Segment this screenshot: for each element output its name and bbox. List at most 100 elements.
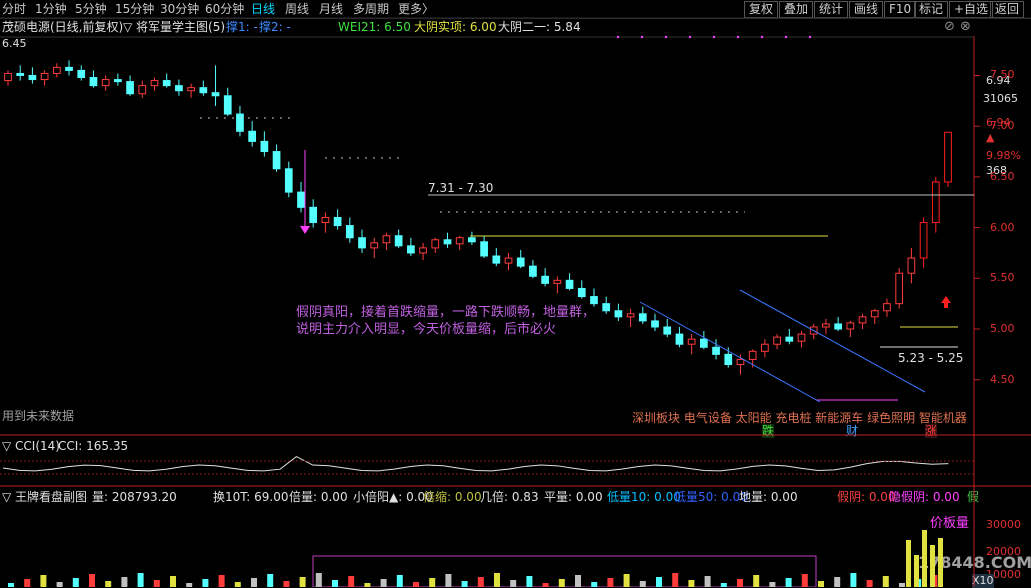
volume-bar (429, 578, 436, 587)
volume-bar (769, 582, 776, 587)
candle-body (358, 237, 366, 249)
volume-bar (866, 580, 873, 587)
candle-body (638, 313, 647, 322)
candle-body (248, 130, 257, 142)
volume-bar (818, 581, 824, 587)
candle-body (492, 255, 501, 264)
up-arrow-head (941, 296, 951, 303)
volume-bar (510, 580, 517, 587)
volume-bar (283, 581, 290, 587)
candle-body (4, 72, 12, 82)
channel-lower (639, 301, 821, 403)
candle-body (321, 216, 330, 224)
volume-bar-recent (906, 540, 911, 587)
volume-bar (899, 583, 905, 587)
volume-bar (591, 582, 598, 587)
candle-body (370, 242, 379, 249)
volume-bar (688, 580, 695, 587)
chart-canvas[interactable] (0, 0, 1031, 587)
candle-body (724, 353, 733, 366)
candle-body (504, 257, 513, 264)
volume-bar (558, 579, 565, 587)
candle-body (687, 338, 696, 345)
volume-bar (850, 573, 857, 587)
volume-bar (202, 579, 209, 587)
candle-body (480, 241, 488, 257)
volume-bar (656, 577, 662, 587)
candle-body (333, 216, 342, 227)
candle-body (236, 113, 244, 132)
candle-body (565, 279, 574, 289)
top-marker-dot (712, 35, 716, 39)
candle-body (187, 87, 195, 92)
candle-body (736, 358, 745, 366)
candle-body (590, 296, 598, 305)
candle-body (52, 66, 61, 74)
volume-bar (170, 576, 176, 587)
volume-bar (607, 578, 614, 587)
volume-bar (72, 578, 79, 587)
volume-bar (299, 577, 306, 587)
candle-body (272, 151, 281, 170)
top-marker-dot (688, 35, 692, 39)
candle-body (419, 247, 427, 254)
volume-bar (882, 576, 889, 587)
candle-body (126, 81, 134, 95)
candle-body (138, 85, 147, 95)
candle-body (883, 303, 891, 312)
volume-bar (40, 575, 47, 587)
up-arrow-shaft (944, 302, 948, 308)
volume-bar (494, 573, 500, 587)
volume-bar (315, 573, 322, 587)
candle-body (797, 333, 806, 342)
candle-body (834, 323, 842, 330)
volume-bar (218, 575, 225, 587)
candle-body (699, 338, 708, 348)
candle-body (284, 168, 293, 193)
candle-body (895, 272, 904, 305)
volume-bar (639, 581, 646, 587)
candle-body (870, 310, 879, 318)
candle-body (309, 206, 318, 224)
volume-bar (396, 575, 403, 587)
candle-body (651, 320, 659, 328)
candle-body (822, 323, 830, 328)
volume-bar-recent (914, 555, 919, 587)
candle-body (77, 69, 86, 79)
volume-bar (332, 580, 338, 587)
volume-bar (348, 576, 355, 587)
candle-body (345, 225, 354, 239)
cci-line (2, 455, 949, 472)
volume-bar-recent (930, 545, 935, 587)
candle-body (162, 80, 171, 87)
candle-body (663, 326, 672, 335)
candle-body (101, 79, 110, 87)
volume-bar (477, 577, 484, 587)
volume-bar (267, 574, 274, 587)
top-marker-dot (760, 35, 764, 39)
volume-bar (234, 582, 241, 587)
candle-body (577, 287, 586, 298)
candle-body (846, 322, 855, 330)
candle-body (28, 74, 37, 81)
volume-bar (753, 575, 760, 587)
volume-bar (461, 581, 468, 587)
volume-bar (121, 577, 128, 587)
volume-bar (575, 575, 581, 587)
volume-bar (89, 574, 95, 587)
candle-body (773, 336, 781, 345)
top-marker-dot (784, 35, 788, 39)
candle-body (382, 235, 391, 244)
volume-bar (56, 582, 63, 587)
candle-body (199, 87, 208, 94)
candle-body (516, 257, 525, 267)
top-marker-dot (736, 35, 740, 39)
volume-bar (105, 581, 112, 587)
candle-body (114, 79, 122, 83)
top-marker-dot (640, 35, 644, 39)
candle-body (431, 239, 440, 249)
candle-body (614, 310, 623, 318)
volume-bar (672, 573, 679, 587)
candle-body (65, 66, 73, 71)
top-marker-dot (664, 35, 668, 39)
